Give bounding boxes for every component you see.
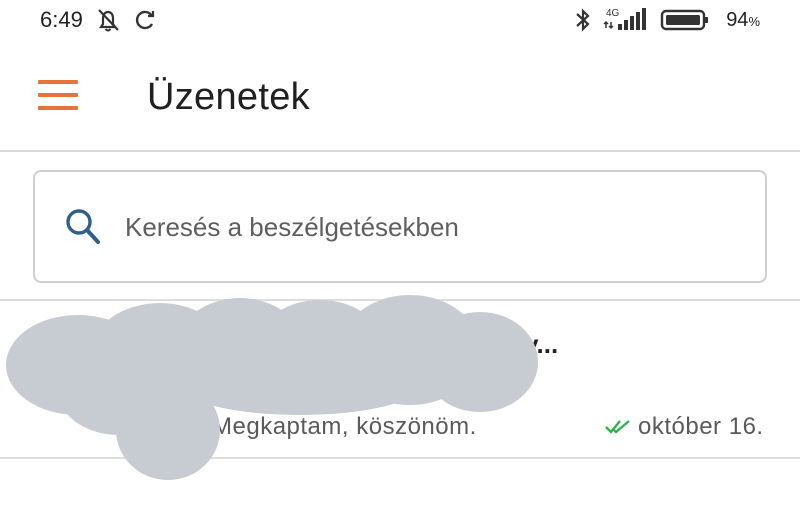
search-icon: [63, 206, 103, 253]
conversation-row[interactable]: v... Megkaptam, köszönöm. október 16.: [0, 301, 800, 459]
battery-icon: [660, 8, 712, 32]
sync-icon: [133, 8, 157, 32]
hamburger-menu-icon[interactable]: [38, 80, 78, 110]
conversation-date: október 16.: [638, 413, 764, 440]
search-input[interactable]: [123, 202, 727, 252]
signal-icon: 4G: [602, 6, 650, 34]
search-box[interactable]: [33, 170, 767, 283]
page-title: Üzenetek: [147, 76, 310, 118]
status-time: 6:49: [40, 7, 83, 32]
conversation-preview: Megkaptam, köszönöm.: [212, 413, 477, 440]
bluetooth-icon: [574, 6, 592, 34]
muted-bell-icon: [93, 7, 123, 33]
conversation-date-group: október 16.: [604, 413, 764, 441]
status-right: 4G 94%: [574, 6, 760, 34]
status-left: 6:49: [40, 7, 157, 33]
status-bar: 6:49 4G 94%: [0, 0, 800, 40]
double-check-icon: [604, 417, 634, 437]
conversation-title: v...: [524, 329, 559, 359]
battery-percent: 94%: [726, 8, 760, 31]
app-bar: Üzenetek: [0, 56, 800, 152]
network-type: 4G: [606, 8, 620, 19]
